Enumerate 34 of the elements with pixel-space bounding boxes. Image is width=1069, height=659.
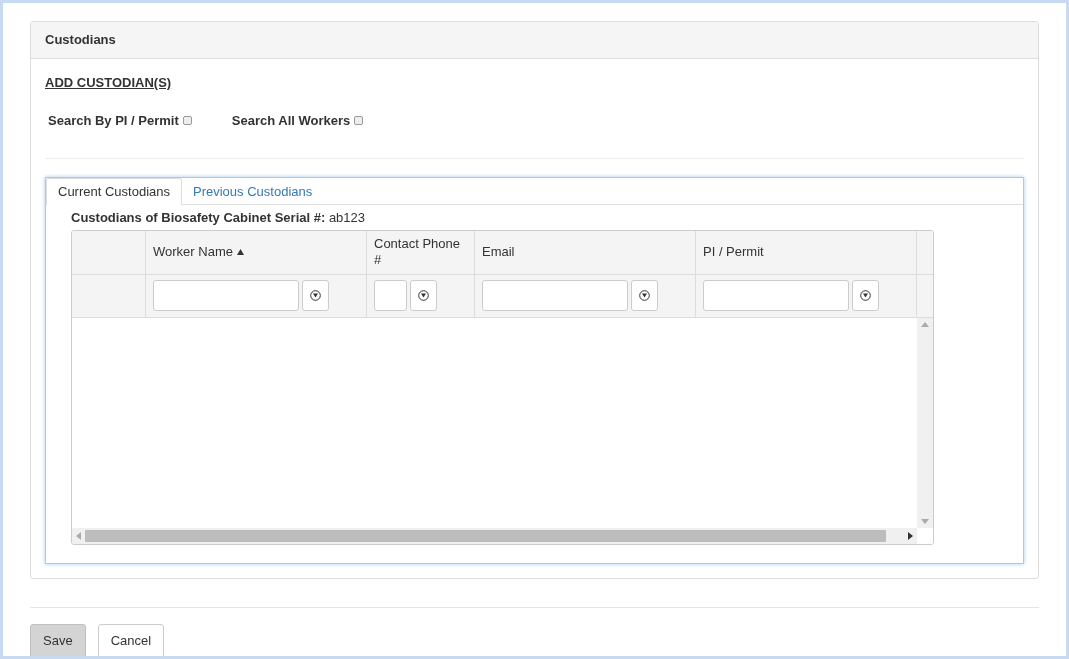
- add-custodians-link[interactable]: ADD CUSTODIAN(S): [45, 73, 172, 93]
- filter-icon: [310, 290, 321, 301]
- column-header[interactable]: Email: [482, 244, 515, 260]
- scrollbar-thumb[interactable]: [85, 529, 886, 542]
- tab[interactable]: Previous Custodians: [182, 178, 324, 206]
- scroll-left-icon[interactable]: [76, 531, 81, 540]
- checkbox-label: Search By PI / Permit: [48, 111, 179, 130]
- checkbox-label: Search All Workers: [231, 111, 351, 130]
- serial-caption: Custodians of Biosafety Cabinet Serial #: ab123: [71, 209, 367, 227]
- scroll-down-icon[interactable]: [921, 518, 929, 524]
- column-header[interactable]: PI / Permit: [703, 244, 764, 260]
- scroll-up-icon[interactable]: [921, 321, 929, 327]
- filter-button[interactable]: [852, 280, 879, 311]
- checkbox[interactable]: [182, 115, 192, 125]
- filter-button[interactable]: [631, 280, 658, 311]
- checkbox[interactable]: [354, 115, 364, 125]
- filter-input[interactable]: [482, 280, 628, 311]
- vertical-scrollbar[interactable]: [917, 317, 933, 528]
- tab[interactable]: Current Custodians: [46, 178, 182, 206]
- filter-input[interactable]: [153, 280, 299, 311]
- filter-input[interactable]: [703, 280, 849, 311]
- column-header[interactable]: Contact Phone #: [374, 236, 467, 268]
- action-button[interactable]: Cancel: [97, 623, 165, 656]
- panel-title: Custodians: [45, 31, 116, 50]
- filter-input[interactable]: [374, 280, 407, 311]
- action-button[interactable]: Save: [30, 623, 86, 656]
- column-header[interactable]: Worker Name: [153, 244, 233, 260]
- filter-icon: [639, 290, 650, 301]
- scroll-right-icon[interactable]: [908, 531, 913, 540]
- filter-icon: [418, 290, 429, 301]
- filter-button[interactable]: [410, 280, 437, 311]
- horizontal-scrollbar[interactable]: [72, 527, 917, 544]
- filter-button[interactable]: [302, 280, 329, 311]
- filter-icon: [860, 290, 871, 301]
